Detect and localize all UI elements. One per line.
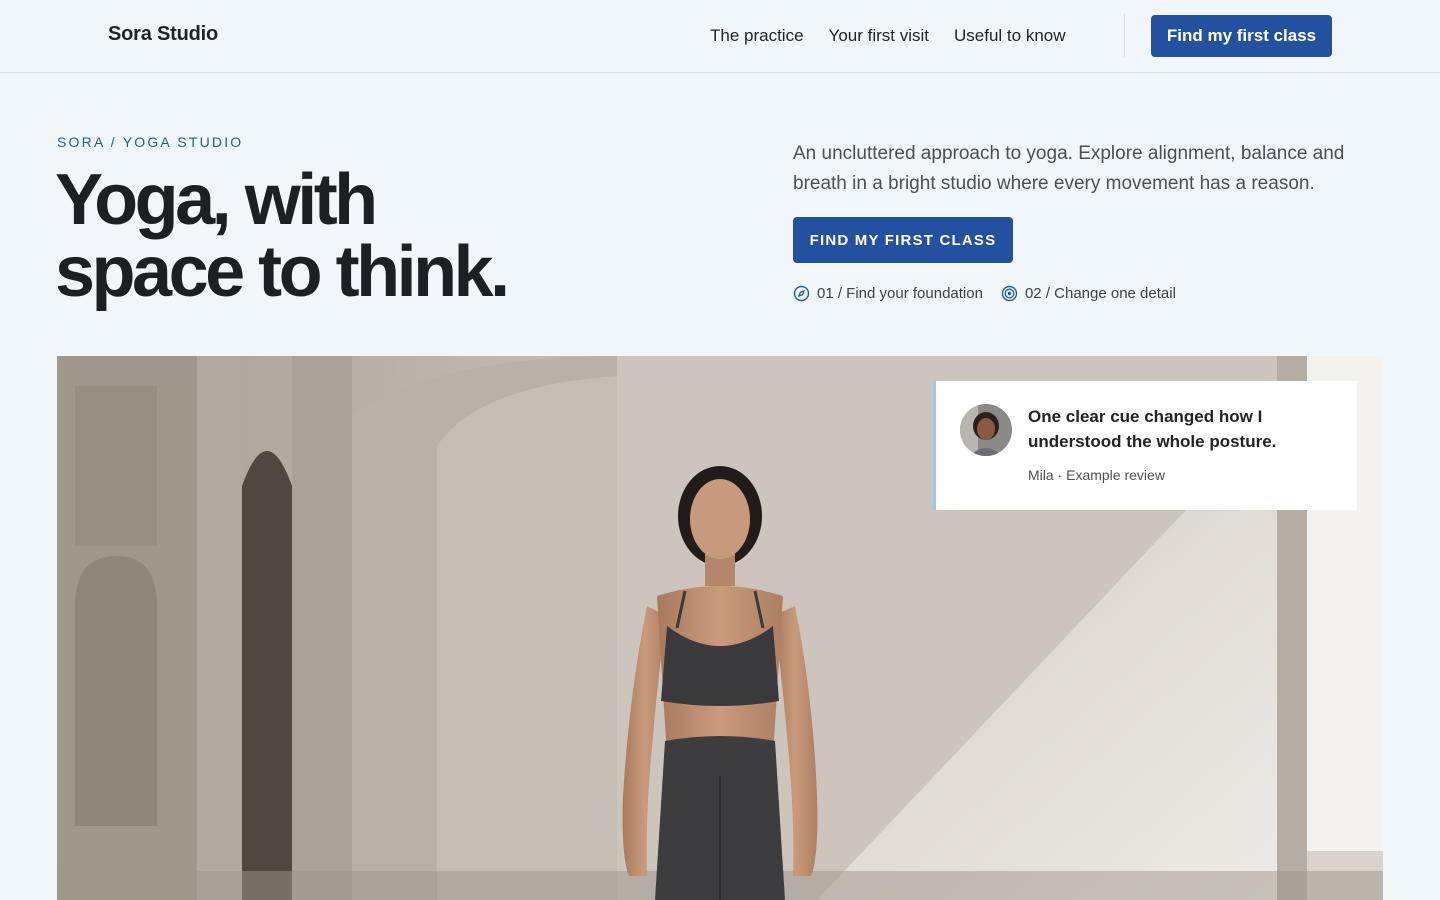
review-quote: One clear cue changed how I understood t… [1028, 407, 1277, 451]
step-2-label: 02 / Change one detail [1024, 285, 1176, 302]
site-header: Sora Studio The practice Your first visi… [0, 0, 1440, 73]
header-find-class-button[interactable]: Find my first class [1151, 15, 1332, 57]
main-nav: The practice Your first visit Useful to … [710, 26, 1066, 46]
review-card: One clear cue changed how I understood t… [933, 381, 1357, 510]
step-2: 02 / Change one detail [1001, 285, 1176, 302]
reviewer-avatar [960, 404, 1012, 456]
review-author: Mila · Example review [1028, 467, 1165, 483]
compass-icon [793, 285, 810, 302]
brand-logo[interactable]: Sora Studio [108, 23, 218, 46]
hero-find-class-button[interactable]: FIND MY FIRST CLASS [793, 217, 1013, 263]
step-1-label: 01 / Find your foundation [817, 285, 983, 302]
hero-steps: 01 / Find your foundation 02 / Change on… [793, 285, 1176, 302]
target-icon [1001, 285, 1018, 302]
headline-line-1: Yoga, with [55, 160, 378, 240]
nav-link-your-first-visit[interactable]: Your first visit [829, 26, 929, 46]
nav-link-the-practice[interactable]: The practice [710, 26, 804, 46]
nav-link-useful-to-know[interactable]: Useful to know [954, 26, 1066, 46]
hero-headline: Yoga, with space to think. [55, 164, 675, 308]
step-1: 01 / Find your foundation [793, 285, 983, 302]
headline-line-2: space to think. [55, 232, 510, 312]
hero-eyebrow: SORA / YOGA STUDIO [57, 134, 244, 150]
hero-lead: An uncluttered approach to yoga. Explore… [793, 143, 1345, 194]
nav-divider [1124, 14, 1125, 57]
